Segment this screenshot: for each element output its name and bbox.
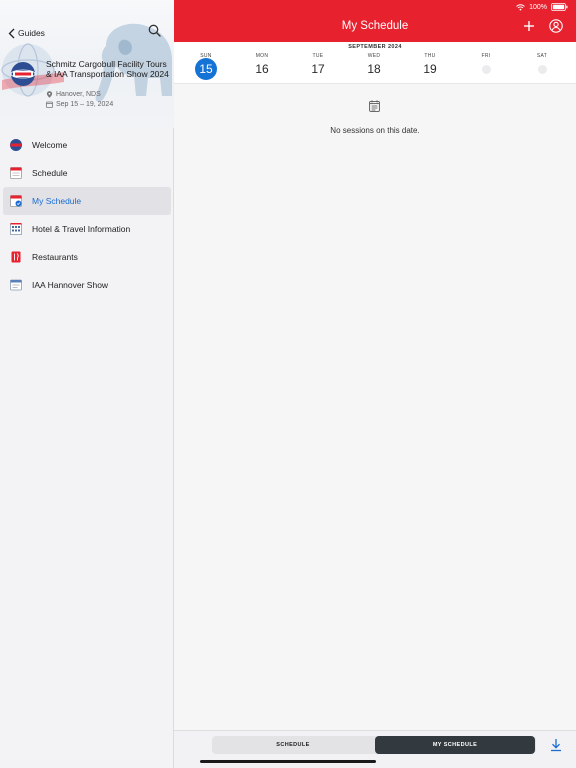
sidebar-item-welcome[interactable]: Welcome <box>3 131 171 159</box>
sidebar-item-label: Hotel & Travel Information <box>32 224 131 234</box>
day-name: FRI <box>481 53 491 59</box>
sidebar-item-label: Welcome <box>32 140 68 150</box>
restaurant-icon <box>11 251 21 263</box>
day-sat: SAT <box>522 52 562 82</box>
add-icon[interactable] <box>523 20 535 32</box>
event-header: Guides Schmitz Cargobull Facility Tours … <box>0 0 174 128</box>
sidebar-item-label: IAA Hannover Show <box>32 280 109 290</box>
document-icon <box>10 279 22 291</box>
day-number: 17 <box>311 62 325 76</box>
back-button-label: Guides <box>18 28 45 38</box>
day-mon[interactable]: MON 16 <box>242 52 282 82</box>
hotel-icon <box>10 223 22 235</box>
day-number: 18 <box>367 62 381 76</box>
event-location: Hanover, NDS <box>46 91 101 98</box>
sidebar: Guides Schmitz Cargobull Facility Tours … <box>0 0 174 768</box>
day-name: TUE <box>312 53 324 59</box>
location-pin-icon <box>46 91 53 98</box>
back-button[interactable]: Guides <box>8 26 45 40</box>
segment-my-schedule[interactable]: MY SCHEDULE <box>375 736 535 754</box>
sidebar-item-label: Restaurants <box>32 252 78 262</box>
sidebar-item-hotel-travel[interactable]: Hotel & Travel Information <box>3 215 171 243</box>
wifi-icon <box>516 3 525 10</box>
event-title: Schmitz Cargobull Facility Tours & IAA T… <box>46 59 169 79</box>
empty-state-message: No sessions on this date. <box>330 126 420 135</box>
battery-percent: 100% <box>529 3 547 11</box>
battery-icon <box>551 3 568 11</box>
day-tue[interactable]: TUE 17 <box>298 52 338 82</box>
event-location-text: Hanover, NDS <box>56 91 101 98</box>
day-unavailable-dot <box>537 65 547 74</box>
calendar-note-icon <box>369 100 380 112</box>
day-thu[interactable]: THU 19 <box>410 52 450 82</box>
my-schedule-icon <box>10 195 22 207</box>
event-dates: Sep 15 – 19, 2024 <box>46 101 113 108</box>
sidebar-item-my-schedule[interactable]: My Schedule <box>3 187 171 215</box>
status-bar: 100% <box>516 3 568 11</box>
sidebar-item-restaurants[interactable]: Restaurants <box>3 243 171 271</box>
sidebar-item-iaa-hannover-show[interactable]: IAA Hannover Show <box>3 271 171 299</box>
day-name: MON <box>255 53 269 59</box>
download-icon[interactable] <box>550 738 562 752</box>
day-name: THU <box>424 53 436 59</box>
month-label: SEPTEMBER 2024 <box>348 44 402 50</box>
day-number: 15 <box>195 58 217 80</box>
event-logo-icon <box>10 62 36 86</box>
chevron-left-icon <box>8 28 15 38</box>
schedule-icon <box>10 167 22 179</box>
schedule-segmented-control: SCHEDULE MY SCHEDULE <box>212 736 536 754</box>
search-icon[interactable] <box>148 24 161 37</box>
logo-icon <box>10 139 22 151</box>
sidebar-item-label: Schedule <box>32 168 68 178</box>
profile-icon[interactable] <box>549 19 563 33</box>
day-wed[interactable]: WED 18 <box>354 52 394 82</box>
day-name: SAT <box>536 53 548 59</box>
home-indicator <box>200 760 376 763</box>
day-number: 16 <box>255 62 269 76</box>
segment-schedule[interactable]: SCHEDULE <box>212 736 374 754</box>
sidebar-item-label: My Schedule <box>32 196 82 206</box>
top-navigation-bar: 100% My Schedule <box>174 0 576 42</box>
calendar-small-icon <box>46 101 53 108</box>
page-title: My Schedule <box>341 20 409 32</box>
sidebar-item-schedule[interactable]: Schedule <box>3 159 171 187</box>
day-unavailable-dot <box>481 65 491 74</box>
schedule-content: No sessions on this date. <box>174 85 576 730</box>
day-name: WED <box>367 53 381 59</box>
day-number: 19 <box>423 62 437 76</box>
day-sun[interactable]: SUN 15 <box>186 52 226 82</box>
week-calendar: SEPTEMBER 2024 SUN 15 MON 16 TUE 17 WED … <box>174 42 576 84</box>
day-fri: FRI <box>466 52 506 82</box>
event-dates-text: Sep 15 – 19, 2024 <box>56 101 114 108</box>
